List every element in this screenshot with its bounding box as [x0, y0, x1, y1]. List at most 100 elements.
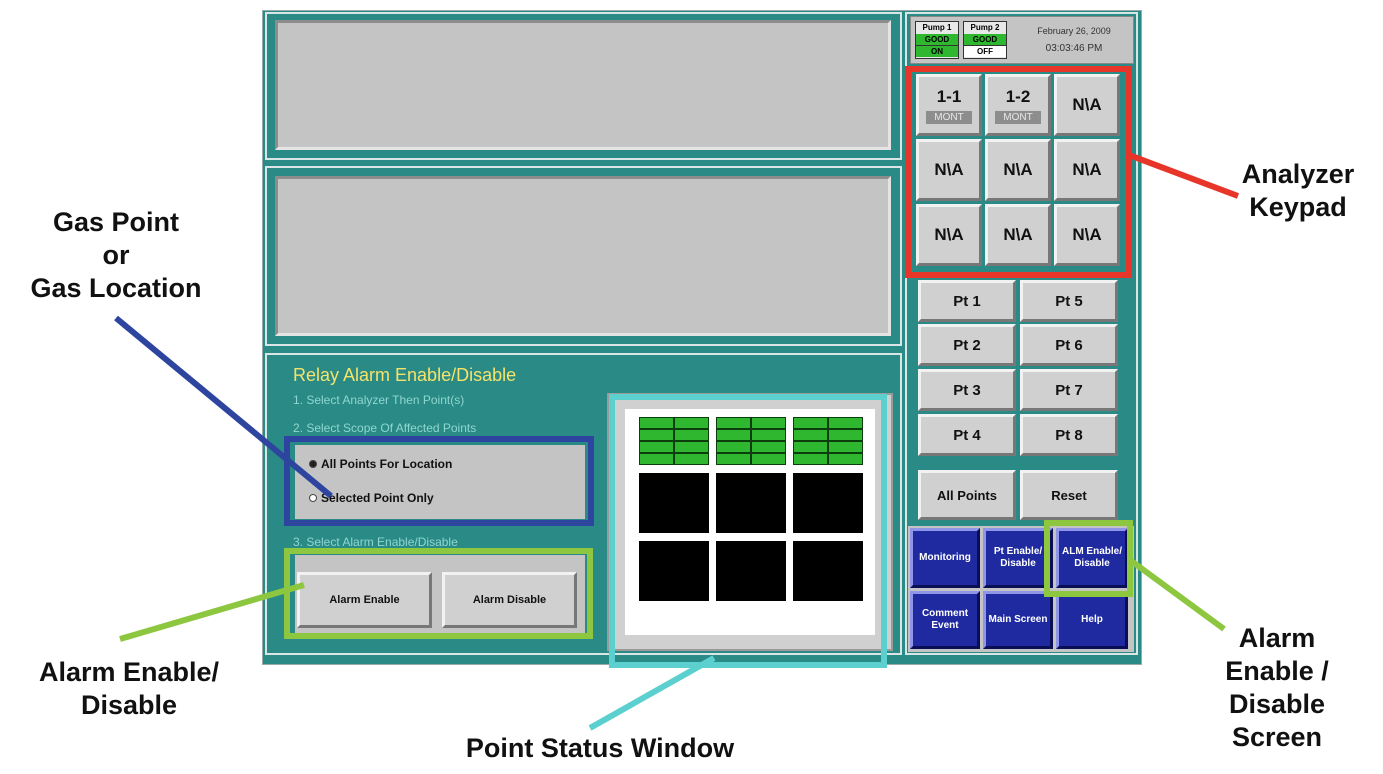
status-block — [714, 539, 788, 603]
top-display-area — [275, 20, 891, 150]
analyzer-key-na[interactable]: N\A — [1054, 204, 1120, 266]
analyzer-key-label: N\A — [934, 225, 964, 244]
radio-selected-point[interactable]: Selected Point Only — [309, 491, 434, 505]
analyzer-keypad-leader — [1127, 152, 1240, 199]
gas-point-callout-line: or — [102, 240, 130, 270]
alarm-enable-callout-line: Alarm Enable/ — [38, 657, 220, 687]
analyzer-callout-line: Keypad — [1249, 192, 1347, 222]
analyzer-key-na[interactable]: N\A — [1054, 139, 1120, 201]
analyzer-key-label: 1-1 — [936, 86, 962, 106]
nav-comment-event[interactable]: Comment Event — [910, 591, 980, 649]
status-cell — [828, 429, 863, 441]
analyzer-key-label: 1-2 — [1005, 86, 1031, 106]
point-status-grid — [625, 409, 875, 635]
radio-unselected-icon — [309, 494, 317, 502]
alarm-screen-leader — [1128, 557, 1226, 632]
status-block — [637, 471, 711, 535]
status-block — [791, 539, 865, 603]
status-cell — [639, 417, 674, 429]
analyzer-key-label: N\A — [934, 160, 964, 179]
nav-pt-enable-disable[interactable]: Pt Enable/ Disable — [983, 528, 1053, 588]
relay-alarm-panel: Relay Alarm Enable/Disable 1. Select Ana… — [265, 353, 902, 655]
analyzer-key-na[interactable]: N\A — [985, 204, 1051, 266]
status-cell — [793, 441, 828, 453]
alarm-screen-callout-line: Enable / — [1225, 656, 1329, 686]
status-cell — [793, 453, 828, 465]
analyzer-callout-line: Analyzer — [1241, 159, 1355, 189]
pump1-health: GOOD — [916, 34, 958, 45]
point-button-6[interactable]: Pt 6 — [1020, 324, 1118, 366]
nav-monitoring[interactable]: Monitoring — [910, 528, 980, 588]
point-button-4[interactable]: Pt 4 — [918, 414, 1016, 456]
status-cell — [674, 429, 709, 441]
gas-point-callout: Gas Point or Gas Location — [0, 206, 232, 305]
status-block — [714, 471, 788, 535]
status-cell — [828, 453, 863, 465]
analyzer-key-1-1[interactable]: 1-1 MONT — [916, 74, 982, 136]
analyzer-key-label: N\A — [1072, 95, 1102, 114]
time-display: 03:03:46 PM — [1045, 43, 1103, 54]
radio-selected-icon — [309, 460, 317, 468]
top-display-panel — [265, 12, 902, 160]
point-button-8[interactable]: Pt 8 — [1020, 414, 1118, 456]
nav-main-screen[interactable]: Main Screen — [983, 591, 1053, 649]
radio-all-points[interactable]: All Points For Location — [309, 457, 452, 471]
analyzer-key-status: MONT — [926, 110, 972, 124]
analyzer-key-label: N\A — [1072, 225, 1102, 244]
alarm-screen-callout-line: Disable — [1228, 689, 1326, 719]
status-cell — [716, 441, 751, 453]
status-bar: Pump 1 GOOD ON Pump 2 GOOD OFF February … — [910, 16, 1134, 64]
reset-button[interactable]: Reset — [1020, 470, 1118, 520]
point-button-3[interactable]: Pt 3 — [918, 369, 1016, 411]
pump1-box: Pump 1 GOOD ON — [915, 21, 959, 59]
pump1-label: Pump 1 — [922, 23, 952, 32]
status-cell — [793, 429, 828, 441]
status-cell — [828, 441, 863, 453]
status-cell — [674, 453, 709, 465]
analyzer-key-na[interactable]: N\A — [916, 139, 982, 201]
alarm-screen-callout-line: Alarm — [1238, 623, 1316, 653]
status-cell — [751, 429, 786, 441]
nav-alm-enable-disable[interactable]: ALM Enable/ Disable — [1056, 528, 1128, 588]
pump2-label: Pump 2 — [970, 23, 1000, 32]
status-cell — [716, 417, 751, 429]
alarm-screen-callout-line: Screen — [1231, 722, 1323, 752]
status-cell — [793, 417, 828, 429]
analyzer-key-label: N\A — [1072, 160, 1102, 179]
analyzer-key-label: N\A — [1003, 225, 1033, 244]
nav-help[interactable]: Help — [1056, 591, 1128, 649]
analyzer-key-na[interactable]: N\A — [985, 139, 1051, 201]
status-cell — [716, 429, 751, 441]
status-cell — [639, 429, 674, 441]
status-block — [637, 539, 711, 603]
point-button-5[interactable]: Pt 5 — [1020, 280, 1118, 322]
alarm-enable-callout-line: Disable — [80, 690, 178, 720]
point-status-leader — [588, 655, 716, 731]
radio-all-points-label: All Points For Location — [321, 457, 453, 471]
middle-display-area — [275, 176, 891, 336]
analyzer-key-status: MONT — [995, 110, 1041, 124]
analyzer-key-1-2[interactable]: 1-2 MONT — [985, 74, 1051, 136]
gas-point-callout-line: Gas Location — [30, 273, 202, 303]
scope-radio-group: All Points For Location Selected Point O… — [295, 445, 585, 519]
point-button-7[interactable]: Pt 7 — [1020, 369, 1118, 411]
alarm-disable-button[interactable]: Alarm Disable — [442, 572, 577, 628]
pump1-state: ON — [916, 45, 958, 57]
alarm-enable-callout: Alarm Enable/ Disable — [4, 656, 254, 722]
relay-title: Relay Alarm Enable/Disable — [293, 365, 517, 385]
analyzer-keypad-callout: Analyzer Keypad — [1228, 158, 1368, 224]
analyzer-key-na[interactable]: N\A — [916, 204, 982, 266]
radio-selected-point-label: Selected Point Only — [321, 491, 434, 505]
pump2-health: GOOD — [964, 34, 1006, 45]
point-button-2[interactable]: Pt 2 — [918, 324, 1016, 366]
point-button-1[interactable]: Pt 1 — [918, 280, 1016, 322]
analyzer-key-label: N\A — [1003, 160, 1033, 179]
step-2-instruction: 2. Select Scope Of Affected Points — [293, 421, 477, 435]
analyzer-key-na[interactable]: N\A — [1054, 74, 1120, 136]
status-cell — [674, 417, 709, 429]
point-status-callout: Point Status Window — [465, 733, 735, 763]
alarm-enable-button[interactable]: Alarm Enable — [297, 572, 432, 628]
status-cell — [674, 441, 709, 453]
alarm-screen-callout: Alarm Enable / Disable Screen — [1212, 622, 1342, 754]
all-points-button[interactable]: All Points — [918, 470, 1016, 520]
